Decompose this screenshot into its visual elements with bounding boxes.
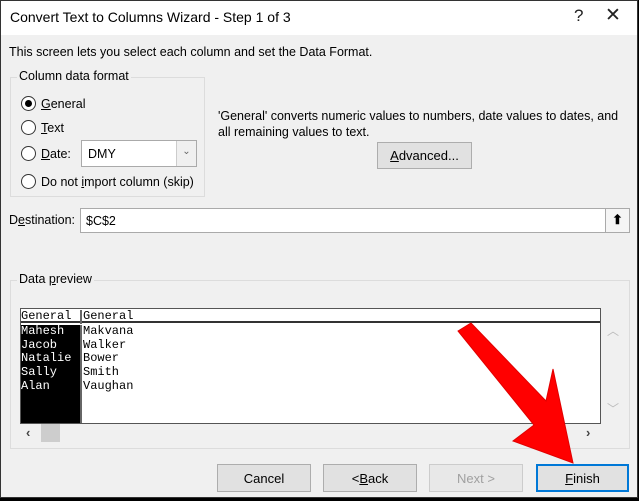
- arrow-shape: [457, 322, 574, 464]
- red-arrow-annotation: [457, 322, 574, 464]
- wizard-dialog: Convert Text to Columns Wizard - Step 1 …: [0, 0, 638, 498]
